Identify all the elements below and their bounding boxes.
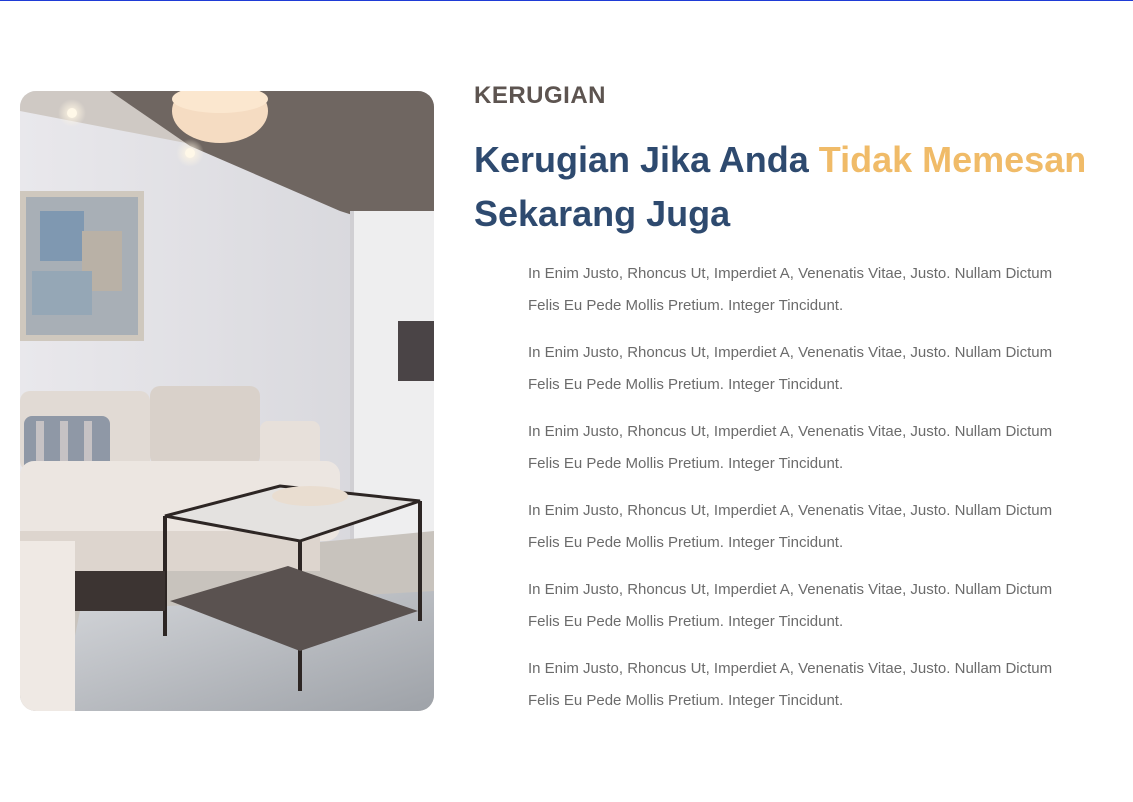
list-item: In Enim Justo, Rhoncus Ut, Imperdiet A, …	[528, 337, 1108, 401]
list-item: In Enim Justo, Rhoncus Ut, Imperdiet A, …	[528, 653, 1108, 717]
headline-part-2: Sekarang Juga	[474, 193, 731, 234]
headline-accent: Tidak Memesan	[818, 139, 1087, 180]
list-item: In Enim Justo, Rhoncus Ut, Imperdiet A, …	[528, 416, 1108, 480]
point-line-1: In Enim Justo, Rhoncus Ut, Imperdiet A, …	[528, 660, 1053, 677]
kerugian-section: KERUGIAN Kerugian Jika Anda Tidak Memesa…	[0, 0, 1133, 802]
point-line-2: Felis Eu Pede Mollis Pretium. Integer Ti…	[528, 613, 844, 630]
point-line-2: Felis Eu Pede Mollis Pretium. Integer Ti…	[528, 376, 844, 393]
loss-points-list: In Enim Justo, Rhoncus Ut, Imperdiet A, …	[528, 258, 1108, 732]
section-headline: Kerugian Jika Anda Tidak Memesan Sekaran…	[474, 133, 1114, 241]
point-line-1: In Enim Justo, Rhoncus Ut, Imperdiet A, …	[528, 423, 1053, 440]
point-line-1: In Enim Justo, Rhoncus Ut, Imperdiet A, …	[528, 344, 1053, 361]
point-line-1: In Enim Justo, Rhoncus Ut, Imperdiet A, …	[528, 265, 1053, 282]
list-item: In Enim Justo, Rhoncus Ut, Imperdiet A, …	[528, 574, 1108, 638]
headline-part-1: Kerugian Jika Anda	[474, 139, 819, 180]
point-line-2: Felis Eu Pede Mollis Pretium. Integer Ti…	[528, 297, 844, 314]
point-line-2: Felis Eu Pede Mollis Pretium. Integer Ti…	[528, 534, 844, 551]
living-room-photo	[20, 91, 434, 711]
list-item: In Enim Justo, Rhoncus Ut, Imperdiet A, …	[528, 495, 1108, 559]
list-item: In Enim Justo, Rhoncus Ut, Imperdiet A, …	[528, 258, 1108, 322]
point-line-1: In Enim Justo, Rhoncus Ut, Imperdiet A, …	[528, 502, 1053, 519]
point-line-2: Felis Eu Pede Mollis Pretium. Integer Ti…	[528, 692, 844, 709]
point-line-2: Felis Eu Pede Mollis Pretium. Integer Ti…	[528, 455, 844, 472]
section-eyebrow: KERUGIAN	[474, 82, 607, 109]
point-line-1: In Enim Justo, Rhoncus Ut, Imperdiet A, …	[528, 581, 1053, 598]
